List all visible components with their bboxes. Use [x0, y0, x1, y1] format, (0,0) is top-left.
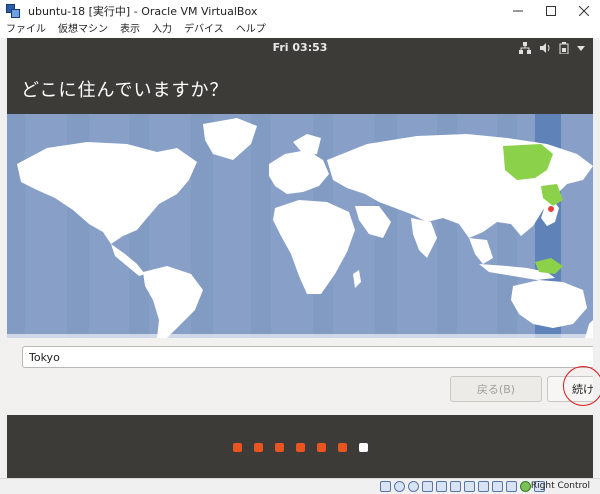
progress-dot: [358, 443, 368, 452]
guest-additions-icon[interactable]: [520, 481, 531, 492]
minimize-button[interactable]: [501, 0, 534, 22]
shared-folder-icon[interactable]: [450, 481, 461, 492]
video-capture-icon[interactable]: [478, 481, 489, 492]
installer-footer: [7, 415, 593, 478]
menu-machine[interactable]: 仮想マシン: [52, 22, 114, 38]
window-titlebar: ubuntu-18 [実行中] - Oracle VM VirtualBox: [0, 0, 600, 22]
mouse-integration-icon[interactable]: [506, 481, 517, 492]
back-button[interactable]: 戻る(B): [450, 376, 542, 402]
network-icon: [519, 42, 531, 54]
usb-icon[interactable]: [436, 481, 447, 492]
optical-drive-icon[interactable]: [394, 481, 405, 492]
progress-dots: [7, 443, 593, 452]
ubuntu-top-bar: Fri 03:53: [7, 38, 593, 58]
volume-icon: [540, 43, 550, 53]
virtualbox-icon: [6, 4, 20, 18]
battery-icon: [559, 42, 569, 54]
progress-dot: [295, 443, 305, 452]
host-key-label: Right Control: [530, 481, 590, 491]
progress-dot: [337, 443, 347, 452]
menu-bar: ファイル 仮想マシン 表示 入力 デバイス ヘルプ: [0, 22, 600, 38]
progress-dot: [253, 443, 263, 452]
guest-screen: Fri 03:53 どこに住んでいますか？ Tokyo 戻る(B) 続け: [7, 38, 593, 478]
close-button[interactable]: [567, 0, 600, 22]
minimize-icon: [512, 10, 523, 12]
status-icons: [380, 481, 545, 492]
page-title: どこに住んでいますか？: [21, 80, 229, 101]
progress-dot: [316, 443, 326, 452]
cpu-icon[interactable]: [492, 481, 503, 492]
annotation-circle: [563, 366, 600, 406]
menu-file[interactable]: ファイル: [0, 22, 52, 38]
audio-icon[interactable]: [408, 481, 419, 492]
menu-devices[interactable]: デバイス: [178, 22, 230, 38]
dropdown-icon: [577, 46, 585, 51]
network-adapter-icon[interactable]: [422, 481, 433, 492]
progress-dot: [232, 443, 242, 452]
system-tray[interactable]: [519, 40, 585, 56]
maximize-icon: [545, 6, 556, 16]
display-icon[interactable]: [464, 481, 475, 492]
menu-view[interactable]: 表示: [114, 22, 146, 38]
location-input[interactable]: [22, 346, 593, 368]
progress-dot: [274, 443, 284, 452]
vm-status-bar: Right Control: [0, 478, 600, 494]
menu-help[interactable]: ヘルプ: [230, 22, 272, 38]
maximize-button[interactable]: [534, 0, 567, 22]
timezone-map[interactable]: [7, 114, 593, 338]
close-icon: [578, 6, 589, 16]
clock[interactable]: Fri 03:53: [7, 41, 593, 54]
window-title: ubuntu-18 [実行中] - Oracle VM VirtualBox: [28, 5, 258, 18]
hard-disk-icon[interactable]: [380, 481, 391, 492]
world-map-graphic: [7, 114, 593, 338]
menu-input[interactable]: 入力: [146, 22, 178, 38]
installer-header: どこに住んでいますか？: [7, 58, 593, 114]
